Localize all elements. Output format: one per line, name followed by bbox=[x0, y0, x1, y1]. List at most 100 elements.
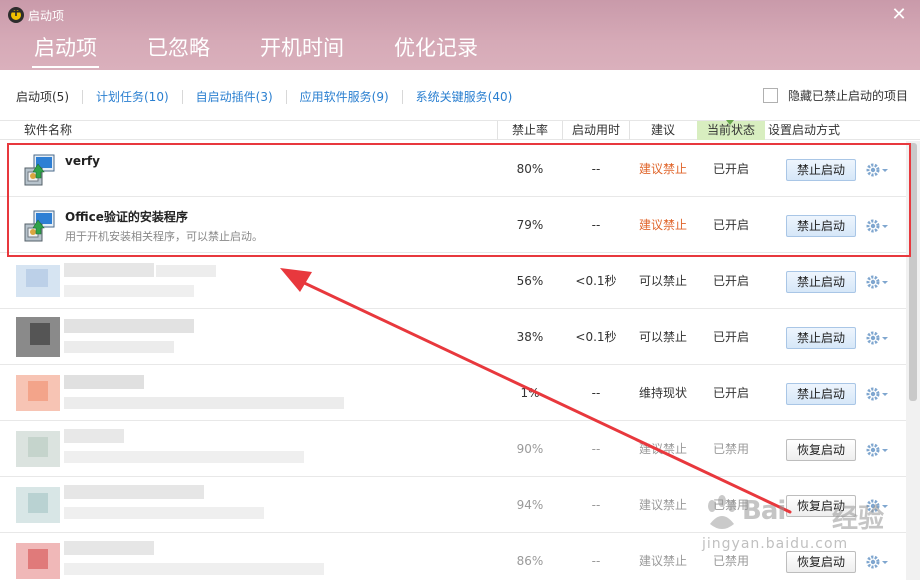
startup-time: -- bbox=[591, 442, 601, 456]
app-logo-icon bbox=[8, 4, 24, 23]
subtab-app-services[interactable]: 应用软件服务(9) bbox=[296, 88, 393, 105]
startup-time: -- bbox=[591, 498, 601, 512]
advice-text: 维持现状 bbox=[638, 386, 687, 400]
subtab-scheduled-tasks[interactable]: 计划任务(10) bbox=[92, 88, 173, 105]
disable-rate: 90% bbox=[516, 442, 544, 456]
subtab-startup[interactable]: 启动项(5) bbox=[12, 88, 73, 105]
table-row[interactable]: 38% <0.1秒 可以禁止 已开启 禁止启动 bbox=[0, 309, 906, 365]
close-icon[interactable]: ✕ bbox=[890, 6, 908, 24]
sub-tabs-bar: 启动项(5) 计划任务(10) 自启动插件(3) 应用软件服务(9) 系统关键服… bbox=[0, 70, 920, 120]
advice-text: 建议禁止 bbox=[638, 162, 687, 176]
advice-text: 建议禁止 bbox=[638, 442, 687, 456]
startup-time: <0.1秒 bbox=[575, 274, 617, 288]
table-row[interactable]: verfy 80% -- 建议禁止 已开启 禁止启动 bbox=[0, 141, 906, 197]
current-status: 已禁用 bbox=[712, 554, 749, 568]
gear-dropdown-icon[interactable] bbox=[864, 329, 890, 347]
window-header: 启动项 ✕ 启动项 已忽略 开机时间 优化记录 bbox=[0, 0, 920, 70]
disable-rate: 94% bbox=[516, 498, 544, 512]
hide-disabled-option: 隐藏已禁止启动的项目 bbox=[762, 87, 908, 104]
current-status: 已开启 bbox=[712, 274, 749, 288]
col-header-name[interactable]: 软件名称 bbox=[24, 121, 104, 140]
disable-startup-button[interactable]: 禁止启动 bbox=[786, 327, 856, 349]
current-status: 已开启 bbox=[712, 218, 749, 232]
advice-text: 可以禁止 bbox=[638, 274, 687, 288]
table-row[interactable]: 90% -- 建议禁止 已禁用 恢复启动 bbox=[0, 421, 906, 477]
disable-rate: 80% bbox=[516, 162, 544, 176]
divider bbox=[285, 89, 287, 104]
tab-optimize-history[interactable]: 优化记录 bbox=[388, 30, 484, 66]
disable-startup-button[interactable]: 禁止启动 bbox=[786, 271, 856, 293]
app-name: Office验证的安装程序 bbox=[65, 210, 188, 224]
table-header: 软件名称 禁止率 启动用时 建议 当前状态 设置启动方式 bbox=[0, 120, 920, 140]
col-header-time[interactable]: 启动用时 bbox=[563, 121, 629, 140]
restore-startup-button[interactable]: 恢复启动 bbox=[786, 551, 856, 573]
app-name: verfy bbox=[65, 154, 100, 168]
disable-startup-button[interactable]: 禁止启动 bbox=[786, 215, 856, 237]
current-status: 已开启 bbox=[712, 330, 749, 344]
startup-time: -- bbox=[591, 218, 601, 232]
advice-text: 建议禁止 bbox=[638, 498, 687, 512]
blurred-app-entry bbox=[16, 423, 336, 475]
blurred-app-entry bbox=[16, 311, 336, 363]
gear-dropdown-icon[interactable] bbox=[864, 497, 890, 515]
divider bbox=[82, 89, 83, 104]
startup-time: -- bbox=[591, 162, 601, 176]
restore-startup-button[interactable]: 恢复启动 bbox=[786, 495, 856, 517]
advice-text: 可以禁止 bbox=[638, 330, 687, 344]
table-row[interactable]: Office验证的安装程序 用于开机安装相关程序，可以禁止启动。 79% -- … bbox=[0, 197, 906, 253]
scrollbar-thumb[interactable] bbox=[909, 143, 917, 401]
gear-dropdown-icon[interactable] bbox=[864, 553, 890, 571]
installer-icon bbox=[24, 154, 55, 186]
title-bar: 启动项 bbox=[8, 4, 65, 24]
tab-ignored[interactable]: 已忽略 bbox=[141, 30, 216, 66]
sub-tab-list: 启动项(5) 计划任务(10) 自启动插件(3) 应用软件服务(9) 系统关键服… bbox=[12, 88, 516, 105]
blurred-app-entry bbox=[16, 367, 344, 419]
blurred-app-entry bbox=[16, 479, 336, 531]
gear-dropdown-icon[interactable] bbox=[864, 273, 890, 291]
col-header-advice[interactable]: 建议 bbox=[630, 121, 696, 140]
col-header-rate[interactable]: 禁止率 bbox=[498, 121, 562, 140]
restore-startup-button[interactable]: 恢复启动 bbox=[786, 439, 856, 461]
window-title: 启动项 bbox=[28, 8, 65, 23]
tab-boot-time[interactable]: 开机时间 bbox=[254, 30, 350, 66]
gear-dropdown-icon[interactable] bbox=[864, 217, 890, 235]
current-status: 已禁用 bbox=[712, 442, 749, 456]
disable-rate: 1% bbox=[520, 386, 540, 400]
app-description: 用于开机安装相关程序，可以禁止启动。 bbox=[65, 230, 263, 243]
gear-dropdown-icon[interactable] bbox=[864, 385, 890, 403]
disable-startup-button[interactable]: 禁止启动 bbox=[786, 383, 856, 405]
subtab-autostart-plugins[interactable]: 自启动插件(3) bbox=[192, 88, 277, 105]
gear-dropdown-icon[interactable] bbox=[864, 161, 890, 179]
table-row[interactable]: 1% -- 维持现状 已开启 禁止启动 bbox=[0, 365, 906, 421]
table-row[interactable]: 94% -- 建议禁止 已禁用 恢复启动 bbox=[0, 477, 906, 533]
hide-disabled-label: 隐藏已禁止启动的项目 bbox=[787, 89, 908, 103]
advice-text: 建议禁止 bbox=[638, 218, 687, 232]
advice-text: 建议禁止 bbox=[638, 554, 687, 568]
disable-rate: 56% bbox=[516, 274, 544, 288]
startup-time: -- bbox=[591, 554, 601, 568]
startup-time: <0.1秒 bbox=[575, 330, 617, 344]
gear-dropdown-icon[interactable] bbox=[864, 441, 890, 459]
hide-disabled-checkbox[interactable] bbox=[762, 88, 778, 103]
startup-list: verfy 80% -- 建议禁止 已开启 禁止启动 Office验证的安装程序… bbox=[0, 141, 906, 580]
scrollbar[interactable] bbox=[906, 141, 920, 580]
divider bbox=[401, 89, 403, 104]
table-row[interactable]: 86% -- 建议禁止 已禁用 恢复启动 bbox=[0, 533, 906, 580]
current-status: 已开启 bbox=[712, 162, 749, 176]
tab-startup-items[interactable]: 启动项 bbox=[28, 30, 103, 68]
col-header-action: 设置启动方式 bbox=[768, 123, 841, 137]
main-tabs: 启动项 已忽略 开机时间 优化记录 bbox=[28, 30, 522, 68]
blurred-app-entry bbox=[16, 255, 336, 307]
table-row[interactable]: 56% <0.1秒 可以禁止 已开启 禁止启动 bbox=[0, 253, 906, 309]
blurred-app-entry bbox=[16, 535, 336, 580]
disable-startup-button[interactable]: 禁止启动 bbox=[786, 159, 856, 181]
disable-rate: 79% bbox=[516, 218, 544, 232]
startup-time: -- bbox=[591, 386, 601, 400]
disable-rate: 86% bbox=[516, 554, 544, 568]
divider bbox=[181, 89, 183, 104]
installer-icon bbox=[24, 210, 55, 242]
subtab-system-services[interactable]: 系统关键服务(40) bbox=[412, 88, 517, 105]
current-status: 已禁用 bbox=[712, 498, 749, 512]
sort-indicator-icon bbox=[726, 120, 734, 125]
current-status: 已开启 bbox=[712, 386, 749, 400]
